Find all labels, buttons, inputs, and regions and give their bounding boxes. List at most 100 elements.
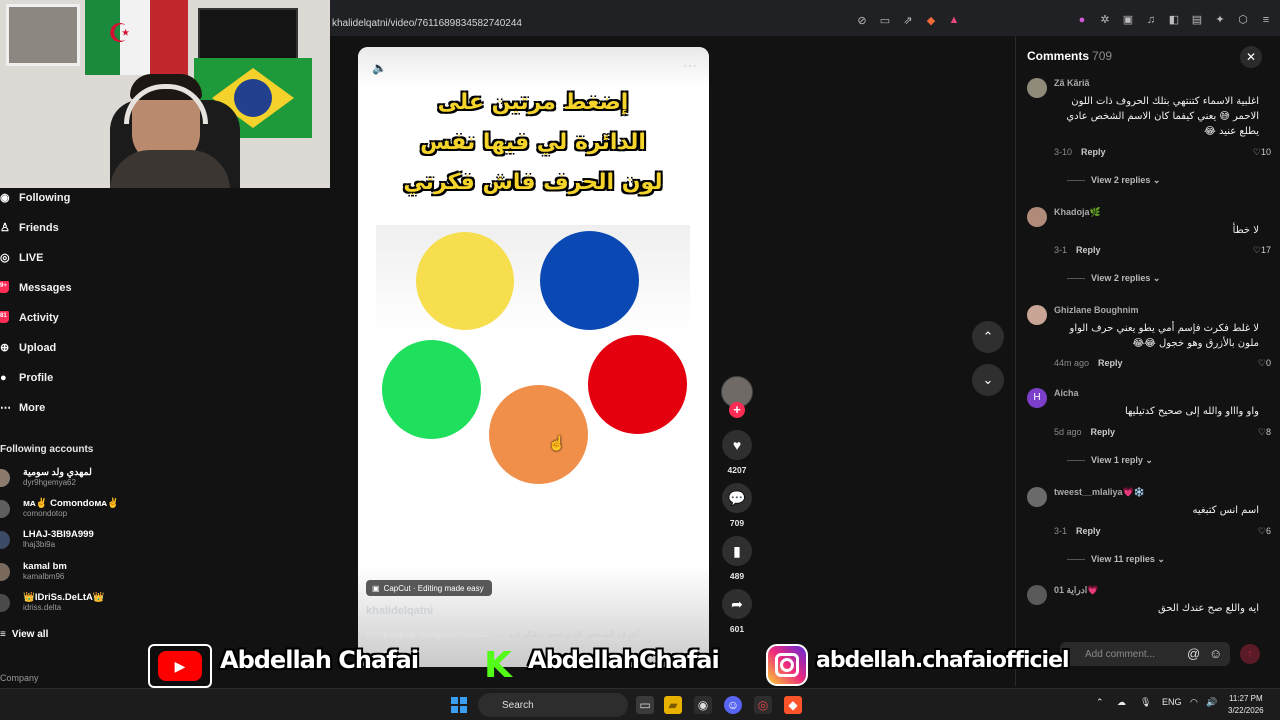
orange-circle[interactable]	[489, 385, 588, 484]
video-author[interactable]: khalidelqatni	[366, 605, 433, 617]
extension-badge-icon[interactable]: ●	[1076, 14, 1088, 26]
share-button[interactable]: ➦	[722, 589, 752, 619]
view-replies-button[interactable]: View 2 replies ⌄	[1067, 175, 1160, 186]
close-comments-button[interactable]: ✕	[1240, 46, 1262, 68]
left-sidebar: ◉ Following ♙ Friends ◎ LIVE ✉9+ Message…	[0, 188, 125, 688]
leo-ai-icon[interactable]: ✦	[1214, 14, 1226, 26]
yellow-circle[interactable]	[416, 232, 514, 330]
address-bar[interactable]: khalidelqatni/video/7611689834582740244 …	[330, 10, 1280, 36]
avatar[interactable]	[1027, 305, 1047, 325]
share-icon[interactable]: ⇗	[902, 14, 914, 27]
sidebar-item-live[interactable]: ◎ LIVE	[0, 248, 43, 268]
more-icon: ⋯	[0, 402, 11, 414]
discord-icon[interactable]: ☺	[724, 696, 742, 714]
avatar[interactable]	[1027, 487, 1047, 507]
avatar[interactable]: H	[1027, 388, 1047, 408]
music-icon[interactable]: ♫	[1145, 14, 1157, 26]
avatar[interactable]	[1027, 207, 1047, 227]
activity-icon: ♡81	[0, 311, 12, 325]
profile-icon: ●	[0, 372, 7, 384]
save-button[interactable]: ▮	[722, 536, 752, 566]
webcam-overlay	[0, 0, 330, 188]
brave-shield-icon[interactable]: ◆	[925, 14, 937, 27]
view-all-link[interactable]: ≡ View all	[0, 629, 48, 640]
youtube-logo-box: ▶	[148, 644, 212, 688]
volume-tray-icon[interactable]: 🔊	[1206, 697, 1217, 708]
view-replies-button[interactable]: View 2 replies ⌄	[1067, 273, 1160, 284]
screenshot-icon[interactable]: ▣	[1122, 14, 1134, 26]
sidebar-item-messages[interactable]: ✉9+ Messages	[0, 278, 72, 298]
windows-start-icon[interactable]	[451, 697, 467, 713]
view-replies-button[interactable]: View 1 reply ⌄	[1067, 455, 1153, 466]
like-button[interactable]: ♥	[722, 430, 752, 460]
url-text[interactable]: khalidelqatni/video/7611689834582740244	[332, 18, 522, 29]
comment-like-button[interactable]: ♡0	[1258, 358, 1271, 369]
microphone-icon[interactable]: 🎙	[1140, 697, 1151, 708]
heart-outline-icon: ♡	[1257, 427, 1266, 437]
wallet-icon[interactable]: ▤	[1191, 14, 1203, 26]
sidebar-item-activity[interactable]: ♡81 Activity	[0, 308, 59, 328]
heart-outline-icon: ♡	[1252, 147, 1261, 157]
chevron-down-icon: ≡	[0, 629, 6, 640]
volume-icon[interactable]: 🔈	[372, 61, 387, 75]
following-icon: ◉	[0, 192, 10, 204]
comment-count: 709	[729, 518, 745, 528]
comment-like-button[interactable]: ♡10	[1253, 147, 1271, 158]
avatar[interactable]	[1027, 78, 1047, 98]
live-icon: ◎	[0, 252, 10, 264]
network-tray-icon[interactable]: ☁	[1117, 697, 1126, 708]
camera-app-icon[interactable]: ◉	[694, 696, 712, 714]
rewards-icon[interactable]: ▲	[948, 14, 960, 26]
language-indicator[interactable]: ENG	[1162, 697, 1182, 707]
task-view-icon[interactable]: ▭	[636, 696, 654, 714]
previous-video-button[interactable]: ⌃	[972, 321, 1004, 353]
avatar	[0, 500, 10, 518]
cast-icon[interactable]: ▭	[879, 14, 891, 27]
taskbar-search[interactable]: Search	[478, 693, 628, 717]
sidebar-item-profile[interactable]: ● Profile	[0, 368, 53, 388]
follow-plus-icon[interactable]: +	[729, 402, 745, 418]
file-explorer-icon[interactable]: ▰	[664, 696, 682, 714]
sidebar-item-more[interactable]: ⋯ More	[0, 398, 45, 418]
comment-like-button[interactable]: ♡6	[1258, 526, 1271, 537]
no-tracking-icon[interactable]: ⊘	[856, 14, 868, 27]
reply-button[interactable]: Reply	[1076, 245, 1101, 255]
sidebar-item-upload[interactable]: ⊕ Upload	[0, 338, 56, 358]
reply-button[interactable]: Reply	[1091, 427, 1116, 437]
social-banner: ▶ Abdellah Chafai K AbdellahChafai abdel…	[0, 640, 1280, 688]
kick-handle: AbdellahChafai	[528, 646, 720, 674]
hand-cursor-icon: ☝	[548, 435, 566, 451]
vpn-icon[interactable]: ⬡	[1237, 14, 1249, 26]
avatar[interactable]	[1027, 585, 1047, 605]
video-actions: + ♥ 4207 💬 709 ▮ 489 ➦ 601	[720, 376, 754, 676]
messages-badge: 9+	[0, 281, 9, 293]
avatar	[0, 594, 10, 612]
extensions-icon[interactable]: ✲	[1099, 14, 1111, 26]
more-options-icon[interactable]: ⋯	[683, 57, 697, 74]
view-replies-button[interactable]: View 11 replies ⌄	[1067, 554, 1165, 565]
brave-browser-icon[interactable]: ◆	[784, 696, 802, 714]
chrome-icon[interactable]: ◎	[754, 696, 772, 714]
sidebar-item-following[interactable]: ◉ Following	[0, 188, 70, 208]
tray-chevron-icon[interactable]: ⌃	[1096, 697, 1104, 708]
comment-button[interactable]: 💬	[722, 483, 752, 513]
reply-button[interactable]: Reply	[1076, 526, 1101, 536]
next-video-button[interactable]: ⌄	[972, 364, 1004, 396]
blue-circle[interactable]	[540, 231, 639, 330]
sidebar-toggle-icon[interactable]: ◧	[1168, 14, 1180, 26]
red-circle[interactable]	[588, 335, 687, 434]
wifi-icon[interactable]: ◠	[1190, 697, 1198, 708]
sidebar-item-friends[interactable]: ♙ Friends	[0, 218, 59, 238]
reply-button[interactable]: Reply	[1081, 147, 1106, 157]
reply-button[interactable]: Reply	[1098, 358, 1123, 368]
share-arrow-icon: ➦	[731, 595, 743, 612]
menu-icon[interactable]: ≡	[1260, 14, 1272, 26]
comment-like-button[interactable]: ♡8	[1258, 427, 1271, 438]
system-clock[interactable]: 11:27 PM 3/22/2026	[1228, 693, 1264, 717]
capcut-badge[interactable]: ▣ CapCut · Editing made easy	[366, 580, 492, 596]
comment-like-button[interactable]: ♡17	[1253, 245, 1271, 256]
green-circle[interactable]	[382, 340, 481, 439]
video-player[interactable]: 🔈 ⋯ إضغط مرتين على الدائرة لي فيها نفس ل…	[358, 47, 709, 667]
share-count: 601	[729, 624, 745, 634]
bookmark-icon: ▮	[733, 542, 741, 559]
